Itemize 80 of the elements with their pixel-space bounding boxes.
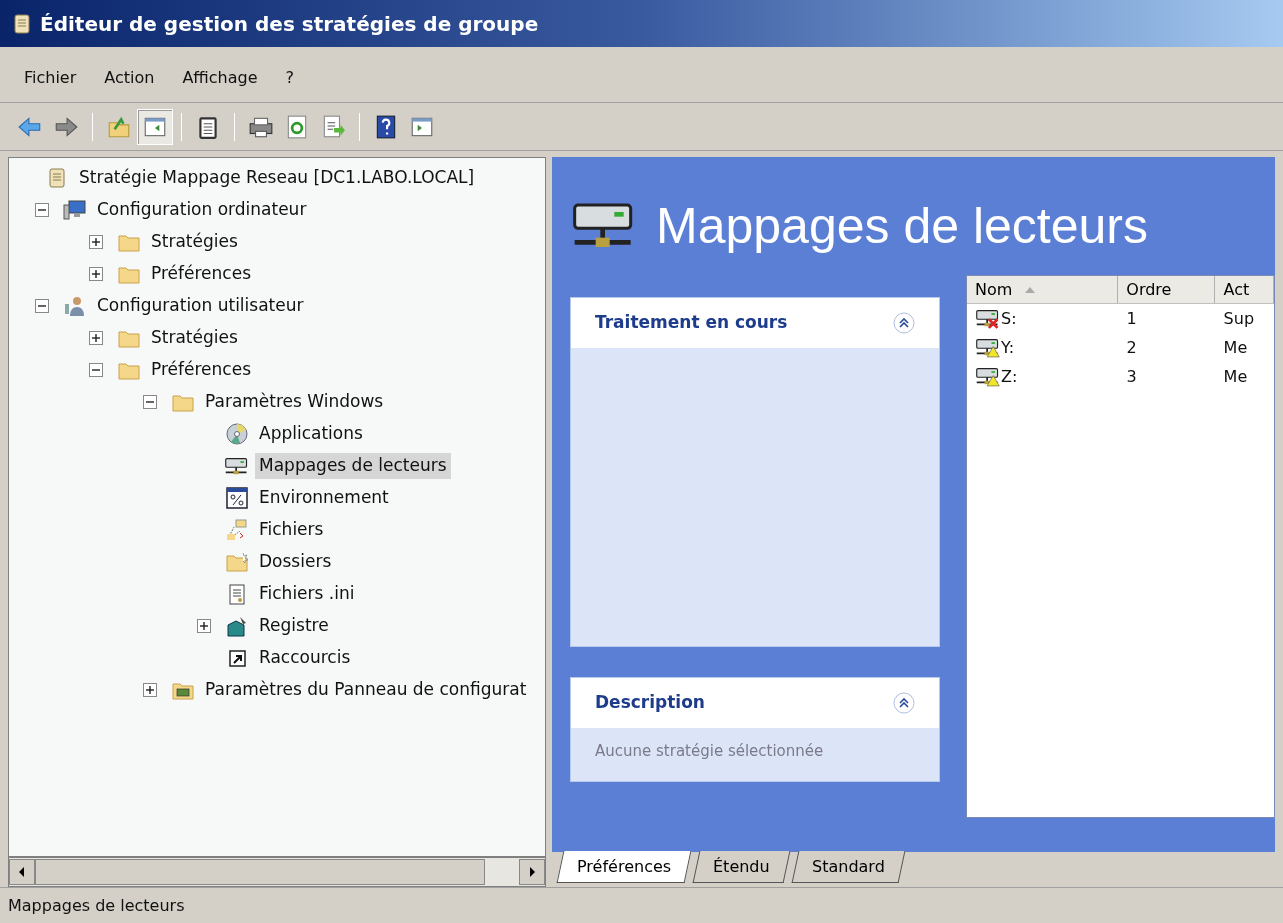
expand-icon[interactable] bbox=[197, 619, 211, 633]
tree-item[interactable]: Raccourcis bbox=[255, 645, 355, 671]
folder-icon bbox=[172, 392, 194, 412]
folder-icon bbox=[226, 552, 248, 572]
expand-icon[interactable] bbox=[143, 683, 157, 697]
files-icon bbox=[226, 519, 248, 541]
card-title: Traitement en cours bbox=[595, 311, 788, 335]
window-title: Éditeur de gestion des stratégies de groupe bbox=[40, 10, 539, 38]
table-cell-text: 1 bbox=[1126, 307, 1137, 330]
page-heading: Mappages de lecteurs bbox=[656, 196, 1148, 256]
collapse-icon[interactable] bbox=[35, 299, 49, 313]
tree-item[interactable]: Environnement bbox=[255, 485, 393, 511]
scroll-icon bbox=[47, 167, 67, 189]
tree-item[interactable]: Stratégies bbox=[147, 229, 242, 255]
computer-icon bbox=[63, 199, 87, 221]
tree-item[interactable]: Registre bbox=[255, 613, 333, 639]
sort-ascending-icon bbox=[1024, 285, 1037, 294]
table-cell-text: Y: bbox=[1001, 336, 1015, 359]
disc-icon bbox=[226, 423, 248, 445]
scrollbar-thumb[interactable] bbox=[35, 859, 485, 885]
expand-icon[interactable] bbox=[89, 235, 103, 249]
ini-file-icon bbox=[226, 583, 248, 605]
view-tab[interactable]: Standard bbox=[791, 851, 905, 883]
tree-item[interactable]: Dossiers bbox=[255, 549, 336, 575]
tree-item[interactable]: Préférences bbox=[147, 357, 255, 383]
tree-item[interactable]: Paramètres du Panneau de configurat bbox=[201, 677, 531, 703]
table-cell-text: Sup bbox=[1223, 307, 1255, 330]
card-text: Aucune stratégie sélectionnée bbox=[594, 741, 825, 762]
column-header[interactable]: Nom bbox=[967, 276, 1119, 303]
collapse-icon[interactable] bbox=[89, 363, 103, 377]
expand-icon[interactable] bbox=[89, 331, 103, 345]
tree-item[interactable]: Stratégie Mappage Reseau [DC1.LABO.LOCAL] bbox=[75, 165, 479, 191]
tree-item[interactable]: Paramètres Windows bbox=[201, 389, 388, 415]
drive-delete-icon bbox=[975, 308, 1001, 329]
card-title: Description bbox=[595, 691, 705, 715]
folder-icon bbox=[118, 264, 140, 284]
network-drive-icon bbox=[224, 455, 250, 477]
menu-item[interactable]: Fichier bbox=[12, 65, 89, 90]
tree-item[interactable]: Préférences bbox=[147, 261, 255, 287]
tree-item[interactable]: Fichiers bbox=[255, 517, 328, 543]
collapse-chevron-icon[interactable] bbox=[893, 692, 915, 714]
view-tab[interactable]: Préférences bbox=[556, 851, 692, 883]
percent-icon bbox=[226, 487, 248, 509]
folder-icon bbox=[118, 328, 140, 348]
status-text: Mappages de lecteurs bbox=[8, 894, 185, 917]
table-cell-text: Me bbox=[1223, 336, 1248, 359]
tree-item[interactable]: Fichiers .ini bbox=[255, 581, 359, 607]
folder-icon bbox=[172, 680, 194, 700]
scroll-right-icon[interactable] bbox=[519, 859, 545, 885]
folder-icon bbox=[118, 232, 140, 252]
horizontal-scrollbar[interactable] bbox=[8, 857, 546, 887]
collapse-chevron-icon[interactable] bbox=[893, 312, 915, 334]
collapse-icon[interactable] bbox=[143, 395, 157, 409]
folder-icon bbox=[118, 360, 140, 380]
tree-pane-button[interactable] bbox=[137, 108, 173, 145]
scroll-left-icon[interactable] bbox=[9, 859, 35, 885]
table-cell-text: 2 bbox=[1126, 336, 1137, 359]
tree-item[interactable]: Applications bbox=[255, 421, 367, 447]
registry-icon bbox=[226, 615, 248, 637]
table-cell-text: S: bbox=[1001, 307, 1017, 330]
table-cell-text: Me bbox=[1223, 365, 1248, 388]
view-tab[interactable]: Étendu bbox=[692, 851, 791, 883]
collapse-icon[interactable] bbox=[35, 203, 49, 217]
drive-warning-icon bbox=[975, 337, 1001, 358]
drive-warning-icon bbox=[975, 366, 1001, 387]
expand-icon[interactable] bbox=[89, 267, 103, 281]
scroll-icon bbox=[12, 12, 32, 35]
tree-item[interactable]: Stratégies bbox=[147, 325, 242, 351]
tree-item[interactable]: Configuration utilisateur bbox=[93, 293, 308, 319]
shortcut-icon bbox=[226, 647, 248, 669]
menu-item[interactable]: Affichage bbox=[170, 65, 270, 90]
users-icon bbox=[63, 295, 87, 317]
column-header[interactable]: Act bbox=[1215, 276, 1274, 303]
tree-item[interactable]: Mappages de lecteurs bbox=[255, 453, 451, 479]
column-header[interactable]: Ordre bbox=[1118, 276, 1216, 303]
table-cell-text: 3 bbox=[1126, 365, 1137, 388]
menu-item[interactable]: ? bbox=[273, 65, 307, 90]
tree-item[interactable]: Configuration ordinateur bbox=[93, 197, 311, 223]
table-cell-text: Z: bbox=[1001, 365, 1018, 388]
menu-item[interactable]: Action bbox=[92, 65, 167, 90]
